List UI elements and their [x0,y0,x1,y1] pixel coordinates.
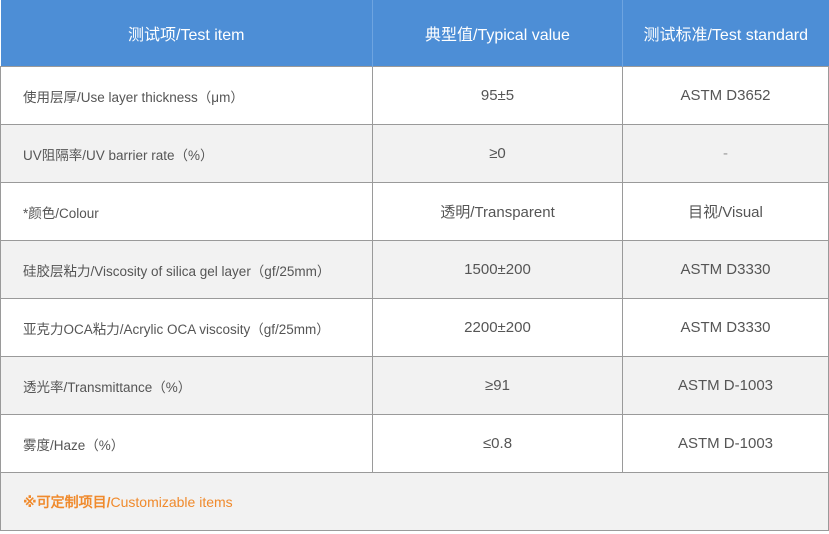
table-row: 硅胶层粘力/Viscosity of silica gel layer（gf/2… [0,240,829,299]
row-standard: ASTM D3330 [622,240,829,299]
header-test-item: 测试项/Test item [0,0,373,67]
row-value: ≥91 [372,356,623,415]
row-standard: ASTM D3652 [622,66,829,125]
table-row: *颜色/Colour 透明/Transparent 目视/Visual [0,182,829,241]
spec-table: 测试项/Test item 典型值/Typical value 测试标准/Tes… [0,0,829,531]
row-value: 1500±200 [372,240,623,299]
table-row: 雾度/Haze（%） ≤0.8 ASTM D-1003 [0,414,829,473]
footer-note: ※可定制项目/Customizable items [0,472,829,531]
row-item: 使用层厚/Use layer thickness（μm） [0,66,373,125]
header-typical-value: 典型值/Typical value [372,0,623,67]
footer-note-en: Customizable items [110,493,233,510]
row-value: ≥0 [372,124,623,183]
header-test-standard: 测试标准/Test standard [622,0,829,67]
row-value: 95±5 [372,66,623,125]
row-value: ≤0.8 [372,414,623,473]
table-row: 使用层厚/Use layer thickness（μm） 95±5 ASTM D… [0,66,829,125]
footer-note-cn: ※可定制项目/ [23,493,111,510]
row-standard: 目视/Visual [622,182,829,241]
footer-note-row: ※可定制项目/Customizable items [0,472,829,531]
row-item: 透光率/Transmittance（%） [0,356,373,415]
table-row: UV阻隔率/UV barrier rate（%） ≥0 - [0,124,829,183]
row-item: 雾度/Haze（%） [0,414,373,473]
row-standard: ASTM D-1003 [622,356,829,415]
row-item: 亚克力OCA粘力/Acrylic OCA viscosity（gf/25mm） [0,298,373,357]
row-item: UV阻隔率/UV barrier rate（%） [0,124,373,183]
row-standard: ASTM D3330 [622,298,829,357]
row-standard: - [622,124,829,183]
row-value: 透明/Transparent [372,182,623,241]
row-standard: ASTM D-1003 [622,414,829,473]
table-header-row: 测试项/Test item 典型值/Typical value 测试标准/Tes… [0,0,829,67]
row-item: 硅胶层粘力/Viscosity of silica gel layer（gf/2… [0,240,373,299]
table-row: 透光率/Transmittance（%） ≥91 ASTM D-1003 [0,356,829,415]
row-item: *颜色/Colour [0,182,373,241]
table-row: 亚克力OCA粘力/Acrylic OCA viscosity（gf/25mm） … [0,298,829,357]
row-value: 2200±200 [372,298,623,357]
